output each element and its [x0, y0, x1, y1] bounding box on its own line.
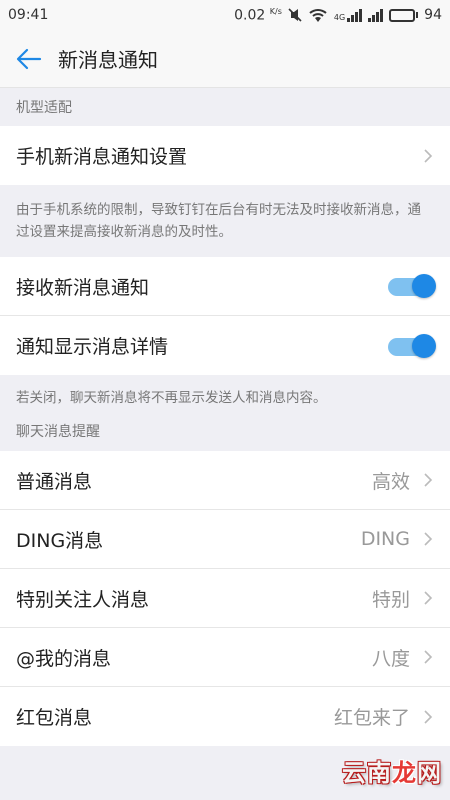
- chevron-right-icon: [424, 473, 433, 487]
- toggle-note: 若关闭，聊天新消息将不再显示发送人和消息内容。: [16, 390, 327, 406]
- row-label: 接收新消息通知: [16, 276, 150, 299]
- row-label: 特别关注人消息: [16, 588, 150, 611]
- list-item-special-message[interactable]: 特别关注人消息 特别: [0, 569, 450, 628]
- arrow-left-icon: [16, 48, 42, 69]
- receive-notification-row[interactable]: 接收新消息通知: [0, 257, 450, 316]
- battery-icon: [389, 8, 419, 22]
- list-item-normal-message[interactable]: 普通消息 高效: [0, 451, 450, 510]
- row-value: 红包来了: [333, 707, 410, 729]
- header: 新消息通知: [0, 30, 450, 88]
- row-label: 手机新消息通知设置: [16, 146, 188, 168]
- status-bar: 09:41 0.02 K/s 4G 94: [0, 0, 450, 30]
- row-value: 特别: [371, 588, 410, 611]
- phone-notification-settings-row[interactable]: 手机新消息通知设置: [0, 126, 450, 185]
- status-time: 09:41: [8, 7, 49, 23]
- row-label: 普通消息: [16, 470, 93, 493]
- wifi-icon: [309, 9, 327, 22]
- signal-icon: 4G: [334, 8, 363, 22]
- network-speed: 0.02 K/s: [234, 6, 282, 24]
- toggle-group: 接收新消息通知 通知显示消息详情: [0, 257, 450, 375]
- section-label-chat: 聊天消息提醒: [16, 424, 100, 440]
- row-value: DING: [360, 528, 410, 550]
- row-label: 通知显示消息详情: [16, 336, 169, 358]
- chevron-right-icon: [424, 148, 433, 163]
- row-label: 红包消息: [16, 707, 93, 729]
- list-item-redpacket-message[interactable]: 红包消息 红包来了: [0, 687, 450, 746]
- show-detail-toggle[interactable]: [388, 333, 436, 358]
- row-value: 八度: [371, 647, 410, 670]
- chevron-right-icon: [424, 591, 433, 605]
- signal-icon: [368, 8, 384, 22]
- page-title: 新消息通知: [58, 48, 158, 72]
- back-button[interactable]: [0, 30, 58, 88]
- status-icons: 0.02 K/s 4G 94: [234, 7, 442, 24]
- mute-icon: [288, 8, 302, 22]
- section-label-device: 机型适配: [16, 100, 72, 116]
- row-label: DING消息: [16, 529, 104, 552]
- device-note: 由于手机系统的限制，导致钉钉在后台有时无法及时接收新消息，通过设置来提高接收新消…: [16, 202, 421, 240]
- list-item-mention-message[interactable]: @我的消息 八度: [0, 628, 450, 687]
- device-group: 手机新消息通知设置: [0, 126, 450, 185]
- chevron-right-icon: [424, 532, 433, 546]
- show-detail-row[interactable]: 通知显示消息详情: [0, 316, 450, 375]
- watermark-logo: 云南龙网: [342, 759, 442, 787]
- list-item-ding-message[interactable]: DING消息 DING: [0, 510, 450, 569]
- chevron-right-icon: [424, 709, 433, 724]
- chevron-right-icon: [424, 650, 433, 664]
- row-value: 高效: [371, 470, 410, 493]
- row-label: @我的消息: [16, 647, 112, 670]
- battery-level: 94: [424, 7, 442, 23]
- chat-group: 普通消息 高效 DING消息 DING 特别关注人消息 特别 @我的消息 八度 …: [0, 451, 450, 746]
- receive-notification-toggle[interactable]: [388, 274, 436, 298]
